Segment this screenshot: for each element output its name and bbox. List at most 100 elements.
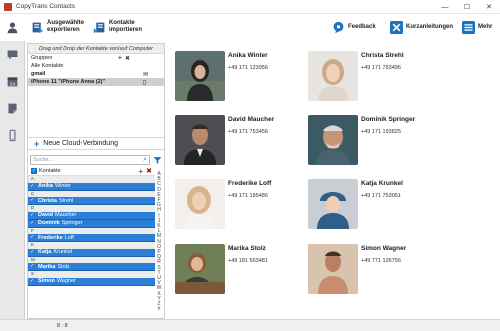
checkbox[interactable]: ✓: [30, 212, 35, 218]
contact-phone: +49 171 185486: [228, 193, 268, 199]
checkbox[interactable]: ✓: [30, 264, 35, 269]
groups-row[interactable]: Gruppen + ✖: [28, 54, 164, 62]
contact-photo: [308, 179, 358, 229]
export-icon: [31, 21, 44, 34]
settings-tools-icon[interactable]: ✖: [125, 55, 130, 62]
export-selected-button[interactable]: Ausgewählte exportieren: [31, 18, 84, 36]
contact-photo: [308, 51, 358, 101]
contact-count: 8 : 8: [57, 323, 68, 329]
checkbox[interactable]: ✓: [30, 183, 35, 189]
delete-contact-icon[interactable]: ✖: [146, 167, 152, 175]
contact-name: Christa Strehl: [361, 52, 404, 59]
contact-phone: +49 171 193825: [361, 129, 401, 135]
gmail-account-row[interactable]: gmail ✉: [28, 70, 164, 78]
more-label: Mehr: [478, 23, 493, 30]
minimize-button[interactable]: —: [434, 0, 456, 14]
add-account-icon[interactable]: +: [118, 55, 122, 62]
all-contacts-row[interactable]: Alle Kontakte: [28, 62, 164, 70]
phone-device-icon: [9, 129, 16, 142]
contact-card[interactable]: Dominik Springer +49 171 193825: [298, 107, 458, 167]
list-item[interactable]: ✓ Frederike Loff: [28, 234, 155, 242]
quick-guides-label: Kurzanleitungen: [406, 23, 454, 30]
search-icon[interactable]: ⌕: [143, 156, 147, 164]
list-item[interactable]: ✓ David Maucher: [28, 211, 155, 220]
feedback-label: Feedback: [348, 23, 376, 30]
contacts-header-label: Kontakte: [39, 168, 61, 174]
plus-icon: +: [34, 138, 40, 149]
svg-text:24: 24: [10, 82, 16, 88]
list-item[interactable]: ✓ Dominik Springer: [28, 219, 155, 228]
export-label-1: Ausgewählte: [47, 20, 85, 26]
title-bar: CopyTrans Contacts — ☐ ✕: [0, 0, 500, 14]
tools-icon: [390, 20, 403, 34]
list-item[interactable]: ✓ Anika Winter: [28, 182, 155, 191]
note-icon: [8, 103, 17, 114]
contact-name: Simon Wagner: [361, 245, 407, 252]
iphone-account-row[interactable]: iPhone 11 "iPhone Anna (2)" ▯: [28, 78, 164, 86]
app-logo-icon: [4, 2, 12, 11]
phone-icon: ▯: [142, 79, 146, 86]
add-contact-icon[interactable]: +: [138, 167, 143, 176]
checkbox[interactable]: ✓: [30, 198, 35, 203]
sidebar-messages-button[interactable]: [0, 41, 25, 68]
contact-name: Marika Stolz: [228, 245, 266, 252]
contact-phone: +49 171 123956: [228, 65, 268, 71]
import-label-2: importieren: [109, 27, 143, 33]
accounts-empty-area: [28, 86, 164, 138]
sidebar-notes-button[interactable]: [0, 95, 25, 122]
feedback-icon: [332, 21, 345, 34]
contact-photo: [175, 115, 225, 165]
contact-name: Katja Krunkel: [361, 180, 403, 187]
checkbox[interactable]: ✓: [30, 235, 35, 240]
person-icon: [7, 22, 18, 34]
maximize-button[interactable]: ☐: [456, 0, 478, 14]
contact-phone: +49 171 753051: [361, 193, 401, 199]
groups-label: Gruppen: [31, 55, 53, 61]
quick-guides-button[interactable]: Kurzanleitungen: [390, 18, 453, 36]
accounts-panel: Drag und Drop der Kontakte von/auf Compu…: [27, 43, 165, 319]
contact-photo: [308, 115, 358, 165]
contact-name: Anika Winter: [228, 52, 268, 59]
feedback-button[interactable]: Feedback: [332, 18, 376, 36]
more-button[interactable]: Mehr: [462, 18, 492, 36]
filter-icon[interactable]: [152, 155, 162, 165]
contact-card[interactable]: Simon Wagner +49 771 126756: [298, 236, 458, 296]
contact-photo: [175, 51, 225, 101]
search-input[interactable]: Suche... ⌕: [30, 155, 150, 165]
contacts-list-header: ✓ Kontakte + ✖: [28, 167, 155, 176]
contact-photo: [175, 179, 225, 229]
mail-icon: ✉: [142, 71, 148, 78]
contact-phone: +49 171 753456: [228, 129, 268, 135]
chat-bubble-icon: [7, 50, 18, 60]
contact-phone: +49 171 783496: [361, 65, 401, 71]
list-item[interactable]: ✓ Simon Wagner: [28, 277, 155, 286]
new-cloud-label: Neue Cloud-Verbindung: [43, 140, 118, 147]
alphabet-index: A B C D E F G H I J K L M N O P Q R S T U V W X Y Z #: [155, 171, 163, 312]
contact-photo: [308, 244, 358, 294]
list-item[interactable]: ✓ Christa Strehl: [28, 197, 155, 205]
sidebar-calendar-button[interactable]: 24: [0, 68, 25, 95]
toolbar: Ausgewählte exportieren Kontakte importier…: [25, 14, 500, 41]
contact-card[interactable]: Katja Krunkel +49 171 753051: [298, 171, 458, 231]
close-button[interactable]: ✕: [478, 0, 500, 14]
new-cloud-connection-button[interactable]: + Neue Cloud-Verbindung: [28, 138, 164, 150]
contact-photo: [175, 244, 225, 294]
search-placeholder: Suche...: [33, 157, 54, 163]
import-contacts-button[interactable]: Kontakte importieren: [93, 18, 142, 36]
list-item[interactable]: ✓ Marika Stolz: [28, 263, 155, 271]
alphabet-letter[interactable]: #: [155, 307, 163, 312]
contact-phone: +49 181 563481: [228, 258, 268, 264]
checkbox[interactable]: ✓: [30, 220, 35, 226]
sidebar-contacts-button[interactable]: [0, 14, 25, 41]
checkbox[interactable]: ✓: [30, 249, 35, 255]
iphone-label: iPhone 11 "iPhone Anna (2)": [31, 79, 106, 85]
window-title: CopyTrans Contacts: [16, 3, 76, 10]
contact-card[interactable]: Christa Strehl +49 171 783496: [298, 43, 458, 103]
import-icon: [93, 21, 106, 34]
select-all-checkbox[interactable]: ✓: [31, 168, 37, 174]
list-item[interactable]: ✓ Katja Krunkel: [28, 248, 155, 257]
contact-phone: +49 771 126756: [361, 258, 401, 264]
import-label-1: Kontakte: [109, 20, 135, 26]
sidebar-phone-button[interactable]: [0, 122, 25, 149]
checkbox[interactable]: ✓: [30, 278, 35, 284]
